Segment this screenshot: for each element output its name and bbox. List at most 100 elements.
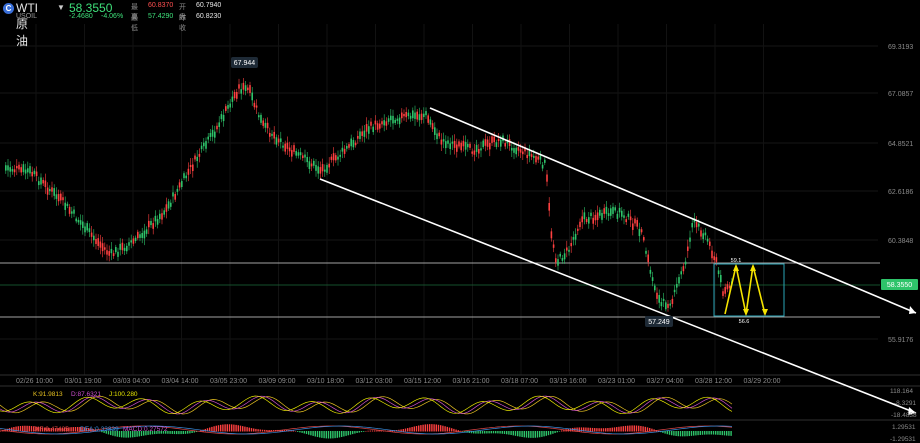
candle-body bbox=[418, 114, 421, 121]
macd-bar bbox=[715, 431, 717, 435]
macd-bar bbox=[539, 431, 541, 438]
time-axis-label: 03/10 18:00 bbox=[307, 378, 344, 385]
macd-bar bbox=[602, 428, 605, 432]
macd-bar bbox=[492, 431, 495, 434]
macd-bar bbox=[356, 431, 358, 434]
candle-body bbox=[90, 232, 93, 237]
macd-bar bbox=[70, 427, 72, 432]
macd-bar bbox=[510, 431, 512, 436]
candle-body bbox=[436, 133, 438, 140]
candle-body bbox=[348, 144, 350, 148]
candle-body bbox=[324, 169, 326, 172]
candle-body bbox=[200, 145, 203, 150]
candle-body bbox=[680, 271, 682, 275]
macd-bar bbox=[435, 424, 437, 432]
time-axis-label: 03/09 09:00 bbox=[259, 378, 296, 385]
candle-body bbox=[601, 212, 603, 220]
candle-body bbox=[726, 284, 729, 290]
price-change-percent: -4.06% bbox=[101, 13, 124, 20]
macd-bar bbox=[666, 431, 668, 435]
candle-body bbox=[486, 139, 489, 147]
candle-body bbox=[640, 229, 643, 233]
macd-bar bbox=[431, 424, 433, 432]
macd-bar bbox=[429, 424, 431, 432]
macd-bar bbox=[611, 427, 613, 432]
candle-body bbox=[337, 156, 339, 160]
candle-body bbox=[271, 133, 273, 136]
macd-bar bbox=[261, 429, 264, 432]
candle-body bbox=[101, 243, 104, 252]
macd-bar bbox=[684, 431, 686, 437]
macd-bar bbox=[519, 431, 521, 437]
candle-body bbox=[484, 139, 487, 146]
macd-bar bbox=[325, 431, 327, 439]
candle-body bbox=[588, 217, 590, 224]
macd-bar bbox=[418, 425, 420, 432]
candle-body bbox=[57, 193, 60, 202]
candle-body bbox=[134, 237, 137, 242]
chart-labels: 67.944 57.249 59.1 56.6 58.3550 K:91.981… bbox=[33, 57, 918, 443]
candle-body bbox=[519, 149, 522, 153]
macd-bar bbox=[640, 425, 642, 432]
macd-bar bbox=[721, 431, 723, 436]
macd-bar bbox=[589, 427, 591, 432]
chart-canvas[interactable]: 69.3193 67.0857 64.8521 62.6186 60.3848 55.91… bbox=[0, 0, 920, 443]
macd-bar bbox=[664, 431, 666, 434]
macd-bar bbox=[222, 424, 224, 432]
candle-body bbox=[214, 131, 216, 138]
macd-bar bbox=[233, 424, 235, 432]
macd-bar bbox=[547, 431, 550, 436]
macd-bar bbox=[176, 431, 178, 435]
candle-body bbox=[370, 121, 372, 126]
macd-bar bbox=[28, 425, 30, 432]
candle-body bbox=[544, 159, 546, 163]
macd-bar bbox=[323, 431, 325, 439]
macd-bar bbox=[453, 428, 455, 432]
candle-body bbox=[376, 123, 379, 130]
macd-dea: DEA:0.33839 bbox=[80, 426, 119, 433]
candle-body bbox=[93, 235, 95, 241]
macd-bar bbox=[169, 431, 171, 434]
candle-body bbox=[258, 115, 260, 118]
candle-body bbox=[414, 112, 416, 119]
candle-body bbox=[687, 246, 689, 251]
candle-body bbox=[238, 84, 240, 89]
candle-body bbox=[205, 141, 207, 149]
macd-bar bbox=[268, 430, 270, 432]
candle-body bbox=[706, 238, 709, 242]
chevron-down-icon[interactable]: ▼ bbox=[57, 3, 65, 12]
candle-body bbox=[409, 115, 412, 119]
candle-body bbox=[207, 136, 209, 140]
macd-bar bbox=[479, 431, 481, 434]
candle-body bbox=[282, 145, 284, 148]
candle-body bbox=[218, 122, 220, 128]
candle-body bbox=[317, 166, 319, 174]
macd-bar bbox=[248, 427, 250, 432]
candle-body bbox=[671, 298, 674, 304]
candle-body bbox=[469, 143, 471, 148]
projection-arrow-down bbox=[743, 309, 749, 316]
candle-body bbox=[77, 219, 80, 223]
macd-bar bbox=[508, 431, 510, 435]
candle-body bbox=[332, 153, 335, 161]
macd-bar bbox=[477, 431, 479, 434]
candle-body bbox=[315, 164, 317, 171]
candle-body bbox=[128, 242, 130, 246]
macd-bar bbox=[26, 425, 28, 432]
candle-body bbox=[357, 136, 359, 139]
macd-bar bbox=[367, 430, 369, 432]
candle-body bbox=[20, 167, 22, 173]
candle-body bbox=[456, 144, 458, 152]
symbol-name[interactable]: WTI原油 bbox=[16, 1, 38, 49]
macd-bar bbox=[237, 425, 239, 432]
candle-body bbox=[112, 253, 115, 257]
macd-bar bbox=[671, 431, 673, 436]
candle-body bbox=[649, 269, 652, 274]
macd-bar bbox=[543, 431, 545, 437]
candle-body bbox=[44, 180, 47, 188]
macd-bar bbox=[220, 424, 222, 432]
macd-bar bbox=[495, 431, 497, 434]
candle-body bbox=[104, 247, 106, 250]
macd-bar bbox=[594, 428, 596, 432]
macd-bar bbox=[182, 431, 184, 435]
